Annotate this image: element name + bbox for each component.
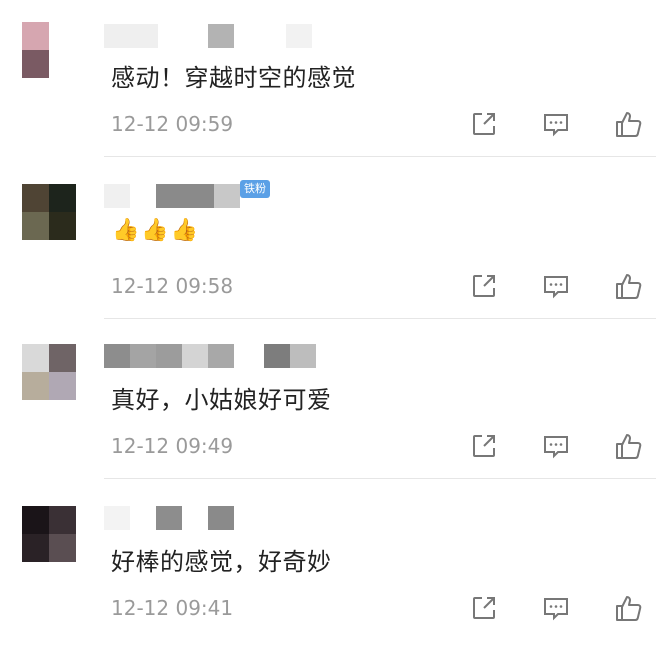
reply-button[interactable] <box>542 592 614 624</box>
comment-text: 好棒的感觉，好奇妙 <box>111 548 332 576</box>
comment-actions <box>470 270 656 302</box>
share-button[interactable] <box>470 592 542 624</box>
divider <box>104 478 656 479</box>
reply-button[interactable] <box>542 270 614 302</box>
share-button[interactable] <box>470 270 542 302</box>
share-icon <box>473 275 495 297</box>
thumbs-up-icon <box>616 434 642 459</box>
fan-badge: 铁粉 <box>240 180 270 198</box>
share-icon <box>473 113 495 135</box>
thumbs-up-icon <box>616 274 642 299</box>
timestamp: 12-12 09:49 <box>111 434 234 458</box>
like-button[interactable] <box>614 592 656 624</box>
timestamp: 12-12 09:58 <box>111 274 234 298</box>
reply-button[interactable] <box>542 108 614 140</box>
share-button[interactable] <box>470 430 542 462</box>
comment-item: 感动！穿越时空的感觉 12-12 09:59 <box>0 0 656 162</box>
comment-actions <box>470 430 656 462</box>
comment-item: 好棒的感觉，好奇妙 12-12 09:41 <box>0 484 656 646</box>
reply-button[interactable] <box>542 430 614 462</box>
share-button[interactable] <box>470 108 542 140</box>
comment-icon <box>544 436 568 459</box>
thumbs-up-icon <box>616 112 642 137</box>
username[interactable] <box>104 342 316 370</box>
comment-icon <box>544 598 568 621</box>
share-icon <box>473 435 495 457</box>
comment-icon <box>544 276 568 299</box>
timestamp: 12-12 09:41 <box>111 596 234 620</box>
comment-item: 👍👍👍 12-12 09:58 <box>0 162 656 324</box>
avatar[interactable] <box>22 184 76 240</box>
like-button[interactable] <box>614 430 656 462</box>
avatar[interactable] <box>22 506 76 562</box>
thumbs-up-icon <box>616 596 642 621</box>
comment-text: 感动！穿越时空的感觉 <box>111 64 356 92</box>
comment-text: 真好，小姑娘好可爱 <box>111 386 332 414</box>
avatar[interactable] <box>22 344 76 400</box>
comment-actions <box>470 592 656 624</box>
username[interactable] <box>104 22 312 50</box>
timestamp: 12-12 09:59 <box>111 112 234 136</box>
comment-actions <box>470 108 656 140</box>
avatar[interactable] <box>22 22 76 78</box>
divider <box>104 156 656 157</box>
divider <box>104 318 656 319</box>
comment-text: 👍👍👍 <box>112 218 201 243</box>
like-button[interactable] <box>614 108 656 140</box>
username[interactable] <box>104 504 234 532</box>
like-button[interactable] <box>614 270 656 302</box>
share-icon <box>473 597 495 619</box>
username[interactable] <box>104 182 240 210</box>
comment-icon <box>544 114 568 137</box>
comment-item: 真好，小姑娘好可爱 12-12 09:49 <box>0 322 656 484</box>
